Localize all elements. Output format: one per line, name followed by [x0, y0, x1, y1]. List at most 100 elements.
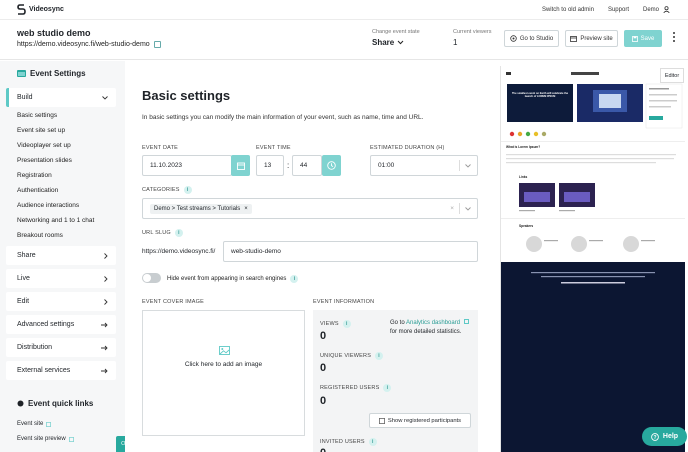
preview-hero-text: The smallest event on Earth will celebra… [511, 92, 569, 98]
chip-remove-icon[interactable]: × [244, 206, 248, 212]
chevron-down-icon [465, 206, 471, 211]
help-label: Help [662, 433, 679, 440]
analytics-dashboard-link[interactable]: Analytics dashboard [406, 320, 460, 326]
views-label-text: VIEWS [320, 321, 339, 327]
duration-select[interactable]: 01:00 [370, 155, 478, 176]
user-icon [663, 6, 670, 13]
sidebar-item-live[interactable]: Live [6, 269, 116, 288]
url-slug-label-text: URL SLUG [142, 230, 171, 236]
sidebar-subitem-audience-interactions[interactable]: Audience interactions [17, 202, 79, 209]
arrow-right-icon [101, 345, 108, 350]
event-minute-value: 44 [300, 162, 308, 169]
quick-link-event-site-label: Event site [17, 421, 44, 427]
clock-icon[interactable] [322, 155, 341, 176]
user-menu[interactable]: Demo [643, 6, 670, 13]
link-icon [17, 400, 24, 407]
user-name: Demo [642, 6, 659, 13]
duration-label: ESTIMATED DURATION (H) [370, 145, 445, 151]
preview-site-button[interactable]: Preview site [565, 30, 618, 47]
sidebar-item-build[interactable]: Build [6, 88, 116, 107]
event-info-panel: VIEWS i 0 Go to Analytics dashboard for … [313, 310, 478, 452]
unique-viewers-label: UNIQUE VIEWERS i [320, 352, 384, 360]
top-bar: Videosync Switch to old admin Support De… [0, 0, 688, 20]
editor-tag[interactable]: Editor [660, 68, 684, 83]
sidebar-item-external-label: External services [17, 367, 71, 374]
info-icon[interactable]: i [183, 186, 192, 194]
sidebar-item-share[interactable]: Share [6, 246, 116, 265]
registered-users-label-text: REGISTERED USERS [320, 385, 380, 391]
event-minute-field[interactable]: 44 [292, 155, 322, 176]
sidebar-item-distribution[interactable]: Distribution [6, 338, 116, 357]
url-slug-label: URL SLUG i [142, 229, 183, 237]
cover-image-dropzone[interactable]: Click here to add an image [142, 310, 305, 436]
go-to-studio-button[interactable]: Go to Studio [504, 30, 559, 47]
help-button[interactable]: ? Help [642, 427, 687, 446]
event-url: https://demo.videosync.fi/web-studio-dem… [17, 41, 161, 48]
sidebar-subitem-videoplayer-setup[interactable]: Videoplayer set up [17, 142, 71, 149]
info-icon[interactable]: i [383, 384, 392, 392]
unique-viewers-label-text: UNIQUE VIEWERS [320, 353, 372, 359]
event-time-label: EVENT TIME [256, 145, 291, 151]
sidebar-subitem-networking[interactable]: Networking and 1 to 1 chat [17, 217, 94, 224]
quick-link-preview-label: Event site preview [17, 436, 66, 442]
invited-users-label-text: INVITED USERS [320, 439, 365, 445]
external-link-icon[interactable] [463, 319, 469, 324]
event-state-select[interactable]: Share [372, 38, 420, 47]
hide-event-label: Hide event from appearing in search engi… [167, 275, 299, 283]
hide-event-label-text: Hide event from appearing in search engi… [167, 276, 287, 282]
categories-label-text: CATEGORIES [142, 187, 180, 193]
event-date-field[interactable]: 11.10.2023 [142, 155, 232, 176]
external-link-icon [46, 421, 52, 427]
info-icon[interactable]: i [290, 275, 299, 283]
sidebar-subitem-basic-settings[interactable]: Basic settings [17, 112, 57, 119]
studio-icon [510, 35, 517, 42]
sidebar-subitem-breakout-rooms[interactable]: Breakout rooms [17, 232, 63, 239]
analytics-prefix: Go to [390, 320, 405, 326]
clear-icon[interactable]: × [450, 205, 454, 212]
url-slug-input[interactable]: web-studio-demo [223, 241, 478, 262]
sidebar-item-edit[interactable]: Edit [6, 292, 116, 311]
info-icon[interactable]: i [368, 438, 377, 446]
event-state-label: Change event state [372, 29, 420, 35]
sidebar-subitem-event-site-setup[interactable]: Event site set up [17, 127, 65, 134]
more-menu-icon[interactable] [672, 32, 676, 42]
invited-users-label: INVITED USERS i [320, 438, 377, 446]
quick-link-event-site-preview[interactable]: Event site preview [17, 436, 74, 442]
category-chip[interactable]: Demo > Test streams > Tutorials × [150, 203, 252, 214]
sidebar-item-advanced-settings[interactable]: Advanced settings [6, 315, 116, 334]
event-date-value: 11.10.2023 [150, 162, 183, 169]
support-link[interactable]: Support [608, 7, 629, 13]
sidebar-item-distribution-label: Distribution [17, 344, 53, 351]
categories-select[interactable]: Demo > Test streams > Tutorials × × [142, 198, 478, 219]
sidebar-subitem-presentation-slides[interactable]: Presentation slides [17, 157, 72, 164]
calendar-icon[interactable] [231, 155, 250, 176]
chevron-right-icon [104, 275, 108, 282]
app-logo[interactable]: Videosync [17, 4, 64, 15]
copy-icon[interactable] [153, 41, 161, 48]
event-hour-field[interactable]: 13 [256, 155, 284, 176]
registered-users-value: 0 [320, 395, 327, 407]
info-icon[interactable]: i [174, 229, 183, 237]
arrow-right-icon [101, 368, 108, 373]
category-chip-label: Demo > Test streams > Tutorials [154, 205, 241, 212]
show-registered-button[interactable]: Show registered participants [369, 413, 471, 428]
sidebar-item-build-label: Build [17, 94, 33, 101]
quick-link-event-site[interactable]: Event site [17, 421, 52, 427]
info-icon[interactable]: i [375, 352, 384, 360]
sidebar-heading-text: Event Settings [30, 69, 86, 78]
chevron-right-icon [104, 252, 108, 259]
sidebar-subitem-authentication[interactable]: Authentication [17, 187, 58, 194]
event-url-text[interactable]: https://demo.videosync.fi/web-studio-dem… [17, 41, 150, 48]
sidebar-item-external-services[interactable]: External services [6, 361, 116, 380]
sidebar-subitem-registration[interactable]: Registration [17, 172, 52, 179]
unique-viewers-value: 0 [320, 362, 327, 374]
save-button[interactable]: Save [624, 30, 662, 47]
chevron-right-icon [104, 298, 108, 305]
hide-event-toggle[interactable] [142, 273, 161, 283]
sidebar-item-share-label: Share [17, 252, 36, 259]
site-preview[interactable]: The smallest event on Earth will celebra… [500, 66, 685, 452]
switch-admin-link[interactable]: Switch to old admin [542, 7, 594, 13]
info-icon[interactable]: i [342, 320, 351, 328]
event-state[interactable]: Change event state Share [372, 29, 420, 47]
preview-icon [570, 35, 578, 42]
